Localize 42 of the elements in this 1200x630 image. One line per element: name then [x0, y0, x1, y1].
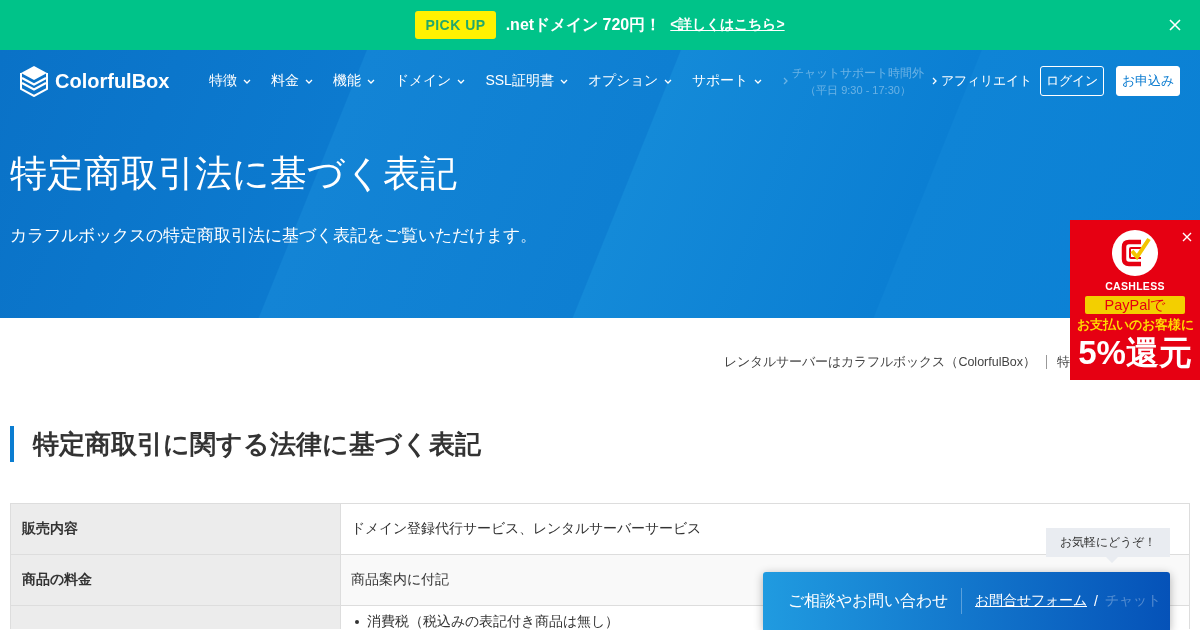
caret-icon: [753, 78, 762, 84]
apply-button[interactable]: お申込み: [1116, 66, 1180, 96]
bullet-icon: [355, 620, 359, 624]
nav-item[interactable]: ドメイン: [395, 68, 466, 94]
section-heading: 特定商取引に関する法律に基づく表記: [10, 426, 1190, 462]
page-subtitle: カラフルボックスの特定商取引法に基づく表記をご覧いただけます。: [10, 225, 537, 247]
caret-icon: [243, 78, 252, 84]
list-item-text: 消費税（税込みの表記付き商品は無し）: [367, 613, 619, 629]
pick-up-badge: PICK UP: [415, 11, 496, 39]
affiliate-link[interactable]: アフィリエイト: [941, 72, 1032, 90]
promo-text: お支払いのお客様に: [1076, 317, 1194, 333]
breadcrumb-link[interactable]: レンタルサーバーはカラフルボックス（ColorfulBox）: [724, 352, 1036, 372]
row-label: 商品の料金: [11, 555, 341, 605]
nav-item[interactable]: 料金: [271, 68, 314, 94]
close-icon[interactable]: [1182, 232, 1192, 242]
details-link[interactable]: <詳しくはこちら>: [670, 16, 785, 34]
cashless-promo-badge[interactable]: CASHLESS PayPalで お支払いのお客様に 5%還元: [1070, 220, 1200, 380]
support-status: チャットサポート時間外: [792, 64, 924, 82]
logo-text[interactable]: ColorfulBox: [55, 69, 170, 93]
caret-icon: [559, 78, 568, 84]
logo-icon[interactable]: [20, 65, 48, 97]
caret-icon: [457, 78, 466, 84]
cashless-logo-icon: [1112, 230, 1158, 276]
caret-icon: [367, 78, 376, 84]
chevron-right-icon: [783, 77, 788, 85]
paypal-label: PayPalで: [1085, 296, 1185, 314]
page-title: 特定商取引法に基づく表記: [10, 152, 457, 196]
nav-item[interactable]: SSL証明書: [485, 68, 568, 94]
login-button[interactable]: ログイン: [1040, 66, 1104, 96]
nav-item[interactable]: 特徴: [209, 68, 252, 94]
caret-icon: [663, 78, 672, 84]
row-label: 販売内容: [11, 504, 341, 554]
nav-item[interactable]: サポート: [691, 68, 762, 94]
breadcrumb-current: 特: [1057, 354, 1070, 371]
caret-icon: [305, 78, 314, 84]
promo-message: .netドメイン 720円！: [505, 14, 662, 35]
chevron-right-icon: [932, 77, 937, 85]
nav-item[interactable]: 機能: [333, 68, 376, 94]
cashback-offer: 5%還元: [1078, 333, 1192, 373]
cashless-label: CASHLESS: [1105, 280, 1165, 293]
support-hours: （平日 9:30 - 17:30）: [805, 82, 911, 98]
nav-item[interactable]: オプション: [587, 68, 672, 94]
